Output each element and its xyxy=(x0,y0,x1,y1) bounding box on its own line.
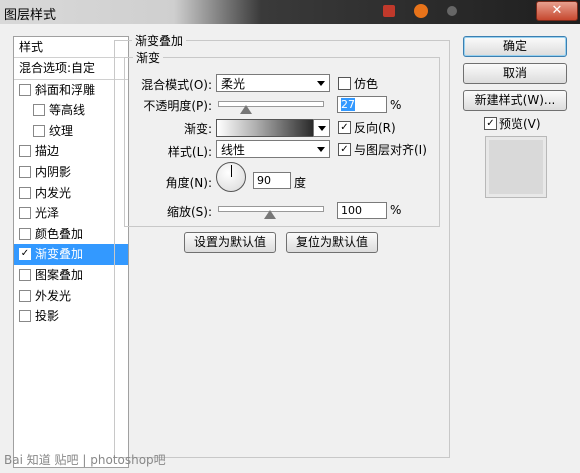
style-list-item-label: 图案叠加 xyxy=(35,267,84,282)
make-default-button[interactable]: 设置为默认值 xyxy=(184,232,276,253)
style-list-item-label: 纹理 xyxy=(49,123,74,138)
dither-checkbox[interactable] xyxy=(338,77,351,90)
style-list-item[interactable]: 内阴影 xyxy=(14,162,128,183)
blend-mode-label: 混合模式(O): xyxy=(141,78,212,92)
style-list-item-label: 渐变叠加 xyxy=(35,247,84,262)
style-list-checkbox[interactable] xyxy=(19,268,31,281)
style-list-item[interactable]: 颜色叠加 xyxy=(14,224,128,245)
style-list-item[interactable]: 光泽 xyxy=(14,203,128,224)
style-list-checkbox[interactable] xyxy=(19,289,31,302)
align-layer-checkbox[interactable]: ✓ xyxy=(338,143,351,156)
reset-default-button[interactable]: 复位为默认值 xyxy=(286,232,378,253)
taskbar-icon xyxy=(414,4,428,18)
style-list-item[interactable]: 图案叠加 xyxy=(14,265,128,286)
style-list-checkbox[interactable] xyxy=(19,310,31,323)
angle-dial[interactable] xyxy=(216,162,246,192)
style-list-item-label: 描边 xyxy=(35,144,60,159)
style-list-item-label: 混合选项:自定 xyxy=(19,61,96,75)
style-list-item-label: 颜色叠加 xyxy=(35,226,84,241)
opacity-slider[interactable] xyxy=(218,101,324,107)
blend-mode-value: 柔光 xyxy=(221,77,246,91)
scale-value: 100 xyxy=(341,204,362,217)
scale-slider-thumb[interactable] xyxy=(264,210,276,219)
watermark-text: Bai 知道 贴吧 | photoshop吧 xyxy=(4,453,166,467)
chevron-down-icon xyxy=(318,126,326,131)
opacity-input[interactable]: 27 xyxy=(337,96,387,113)
check-icon: ✓ xyxy=(340,122,349,133)
cancel-button[interactable]: 取消 xyxy=(463,63,567,84)
opacity-value: 27 xyxy=(341,98,355,111)
gradient-label: 渐变: xyxy=(183,122,212,136)
style-list-item[interactable]: 纹理 xyxy=(14,121,128,142)
style-preview-thumbnail xyxy=(485,136,547,198)
opacity-unit: % xyxy=(390,98,402,112)
angle-input[interactable]: 90 xyxy=(253,172,291,189)
style-list-item-label: 外发光 xyxy=(35,288,72,303)
style-list-item-label: 内阴影 xyxy=(35,164,72,179)
style-list: 样式 混合选项:自定斜面和浮雕等高线纹理描边内阴影内发光光泽颜色叠加 ✓ 渐变叠加图… xyxy=(13,36,129,468)
style-list-item[interactable]: 外发光 xyxy=(14,286,128,307)
style-list-item-label: 光泽 xyxy=(35,206,60,221)
taskbar-icon xyxy=(383,5,395,17)
group-title: 渐变 xyxy=(133,49,164,66)
opacity-label: 不透明度(P): xyxy=(143,99,212,113)
check-icon: ✓ xyxy=(486,118,495,129)
chevron-down-icon xyxy=(317,147,325,152)
dither-label: 仿色 xyxy=(354,77,379,91)
taskbar-icon xyxy=(447,6,457,16)
style-list-item-label: 斜面和浮雕 xyxy=(35,82,96,97)
style-list-item[interactable]: 投影 xyxy=(14,306,128,327)
group-title: 渐变叠加 xyxy=(132,32,187,49)
style-list-header: 样式 xyxy=(14,37,128,58)
scale-input[interactable]: 100 xyxy=(337,202,387,219)
blend-mode-select[interactable]: 柔光 xyxy=(216,74,330,92)
style-list-checkbox[interactable] xyxy=(19,207,31,220)
style-select[interactable]: 线性 xyxy=(216,140,330,158)
style-list-checkbox[interactable] xyxy=(19,227,31,240)
style-list-item-label: 内发光 xyxy=(35,185,72,200)
window-title: 图层样式 xyxy=(4,8,57,23)
style-list-checkbox[interactable]: ✓ xyxy=(19,248,31,261)
style-list-item[interactable]: 等高线 xyxy=(14,100,128,121)
preview-label: 预览(V) xyxy=(499,117,541,131)
reverse-checkbox[interactable]: ✓ xyxy=(338,121,351,134)
style-list-checkbox[interactable] xyxy=(33,104,45,117)
style-list-item-label: 等高线 xyxy=(49,103,86,118)
style-list-item[interactable]: 斜面和浮雕 xyxy=(14,80,128,101)
style-label: 样式(L): xyxy=(167,145,212,159)
align-layer-label: 与图层对齐(I) xyxy=(354,143,427,157)
check-icon: ✓ xyxy=(340,144,349,155)
reverse-label: 反向(R) xyxy=(354,121,396,135)
style-list-item-label: 投影 xyxy=(35,309,60,324)
angle-value: 90 xyxy=(257,174,271,187)
scale-label: 缩放(S): xyxy=(166,205,212,219)
gradient-picker-button[interactable] xyxy=(313,119,330,137)
style-list-checkbox[interactable] xyxy=(19,145,31,158)
style-list-checkbox[interactable] xyxy=(19,83,31,96)
scale-unit: % xyxy=(390,203,402,217)
angle-needle xyxy=(230,165,232,177)
new-style-button[interactable]: 新建样式(W)... xyxy=(463,90,567,111)
opacity-slider-thumb[interactable] xyxy=(240,105,253,114)
gradient-swatch[interactable] xyxy=(216,119,314,137)
style-list-item[interactable]: 内发光 xyxy=(14,183,128,204)
style-list-checkbox[interactable] xyxy=(33,124,45,137)
angle-unit: 度 xyxy=(294,176,307,190)
angle-label: 角度(N): xyxy=(165,176,212,190)
style-list-checkbox[interactable] xyxy=(19,186,31,199)
style-value: 线性 xyxy=(221,143,246,157)
chevron-down-icon xyxy=(317,81,325,86)
close-button[interactable]: ✕ xyxy=(536,1,578,21)
layer-style-dialog: 样式 混合选项:自定斜面和浮雕等高线纹理描边内阴影内发光光泽颜色叠加 ✓ 渐变叠加图… xyxy=(0,24,580,473)
title-bar: 图层样式 ✕ xyxy=(0,0,580,24)
style-list-item[interactable]: 描边 xyxy=(14,141,128,162)
style-list-checkbox[interactable] xyxy=(19,165,31,178)
ok-button[interactable]: 确定 xyxy=(463,36,567,57)
style-list-item[interactable]: 混合选项:自定 xyxy=(14,58,128,80)
check-icon: ✓ xyxy=(20,248,30,260)
style-list-item[interactable]: ✓ 渐变叠加 xyxy=(14,244,128,265)
preview-checkbox[interactable]: ✓ xyxy=(484,117,497,130)
